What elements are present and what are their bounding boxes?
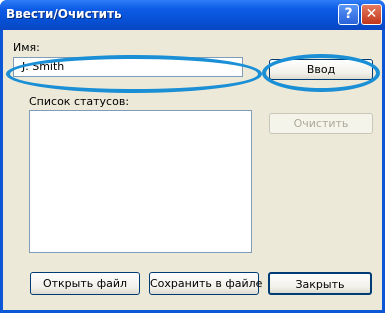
close-button-label: Закрыть: [295, 278, 345, 291]
open-file-button-label: Открыть файл: [42, 277, 128, 290]
name-input-highlight: [6, 55, 262, 93]
clear-button-label: Очистить: [293, 117, 349, 130]
name-label: Имя:: [13, 41, 40, 54]
close-window-button[interactable]: ✕: [361, 4, 382, 25]
status-listbox[interactable]: [29, 110, 252, 253]
help-button[interactable]: ?: [338, 4, 359, 25]
save-file-button-label: Сохранить в файле: [150, 277, 263, 290]
close-button[interactable]: Закрыть: [268, 272, 372, 295]
save-file-button[interactable]: Сохранить в файле: [149, 272, 263, 295]
clear-button[interactable]: Очистить: [269, 113, 373, 134]
open-file-button[interactable]: Открыть файл: [30, 272, 140, 295]
help-icon: ?: [344, 6, 353, 22]
window-title: Ввести/Очистить: [6, 7, 122, 21]
title-bar[interactable]: Ввести/Очистить ? ✕: [0, 0, 385, 30]
status-list-label: Список статусов:: [29, 95, 130, 108]
close-icon: ✕: [365, 6, 378, 22]
dialog-window: Ввести/Очистить ? ✕ Имя: J. Smith Ввод С…: [0, 0, 385, 313]
enter-button-highlight: [262, 54, 380, 92]
